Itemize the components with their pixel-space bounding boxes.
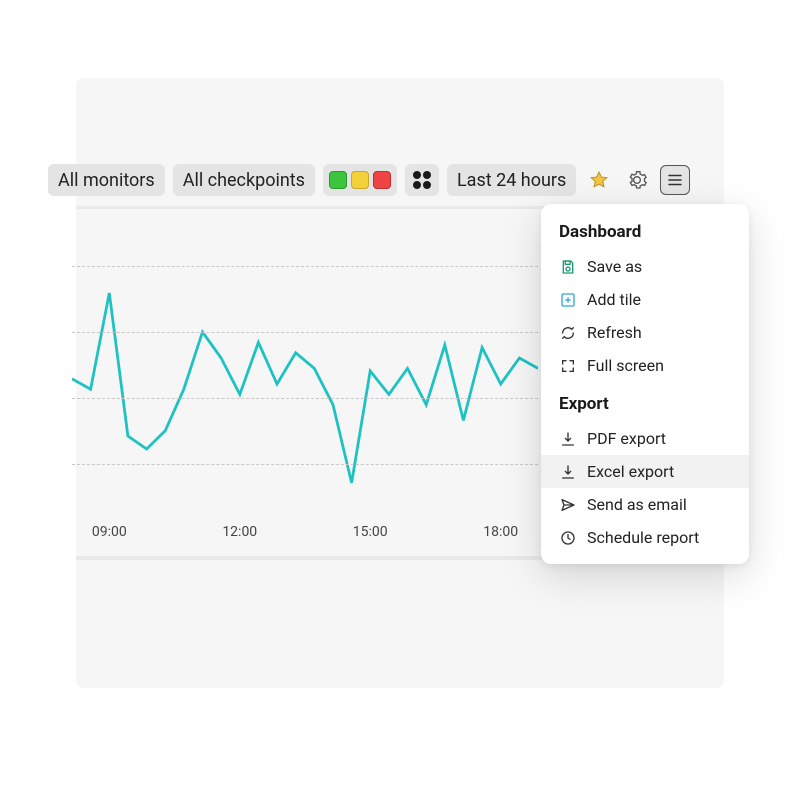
menu-item-label: PDF export <box>587 429 666 448</box>
grid-icon <box>413 171 431 189</box>
x-tick-label: 15:00 <box>353 524 388 540</box>
star-icon <box>589 170 609 190</box>
gridline <box>72 464 538 465</box>
gridline <box>72 398 538 399</box>
x-tick-label: 09:00 <box>92 524 127 540</box>
monitors-filter-label: All monitors <box>58 170 155 191</box>
plus-square-icon <box>559 291 577 309</box>
monitors-filter[interactable]: All monitors <box>48 164 165 196</box>
menu-section-dashboard: Dashboard <box>541 218 749 250</box>
settings-button[interactable] <box>622 165 652 195</box>
checkpoints-filter[interactable]: All checkpoints <box>173 164 315 196</box>
refresh-icon <box>559 324 577 342</box>
gear-icon <box>627 170 647 190</box>
menu-item-full-screen[interactable]: Full screen <box>541 349 749 382</box>
menu-section-export: Export <box>541 382 749 422</box>
status-ok-icon <box>329 171 347 189</box>
gridline <box>72 266 538 267</box>
fullscreen-icon <box>559 357 577 375</box>
menu-item-schedule-report[interactable]: Schedule report <box>541 521 749 554</box>
menu-item-label: Send as email <box>587 495 687 514</box>
timerange-label: Last 24 hours <box>457 170 566 191</box>
dashboard-menu-dropdown: Dashboard Save as Add tile Refresh Full … <box>541 204 749 564</box>
menu-item-label: Refresh <box>587 323 642 342</box>
download-icon <box>559 463 577 481</box>
menu-item-add-tile[interactable]: Add tile <box>541 283 749 316</box>
menu-item-label: Save as <box>587 257 642 276</box>
layout-button[interactable] <box>405 164 439 196</box>
timerange-filter[interactable]: Last 24 hours <box>447 164 576 196</box>
favorite-button[interactable] <box>584 165 614 195</box>
toolbar: All monitors All checkpoints Last 24 hou… <box>48 164 690 196</box>
clock-icon <box>559 529 577 547</box>
menu-item-excel-export[interactable]: Excel export <box>541 455 749 488</box>
x-tick-label: 18:00 <box>483 524 518 540</box>
menu-item-pdf-export[interactable]: PDF export <box>541 422 749 455</box>
status-filter[interactable] <box>323 164 397 196</box>
checkpoints-filter-label: All checkpoints <box>183 170 305 191</box>
send-icon <box>559 496 577 514</box>
download-icon <box>559 430 577 448</box>
x-tick-label: 12:00 <box>222 524 257 540</box>
menu-button[interactable] <box>660 165 690 195</box>
chart <box>72 254 538 554</box>
status-error-icon <box>373 171 391 189</box>
menu-item-label: Schedule report <box>587 528 699 547</box>
menu-item-save-as[interactable]: Save as <box>541 250 749 283</box>
menu-item-label: Add tile <box>587 290 641 309</box>
menu-item-label: Full screen <box>587 356 664 375</box>
line-chart <box>72 254 538 514</box>
menu-item-label: Excel export <box>587 462 674 481</box>
menu-item-refresh[interactable]: Refresh <box>541 316 749 349</box>
menu-item-send-email[interactable]: Send as email <box>541 488 749 521</box>
menu-icon <box>666 171 684 189</box>
status-warn-icon <box>351 171 369 189</box>
gridline <box>72 332 538 333</box>
save-icon <box>559 258 577 276</box>
